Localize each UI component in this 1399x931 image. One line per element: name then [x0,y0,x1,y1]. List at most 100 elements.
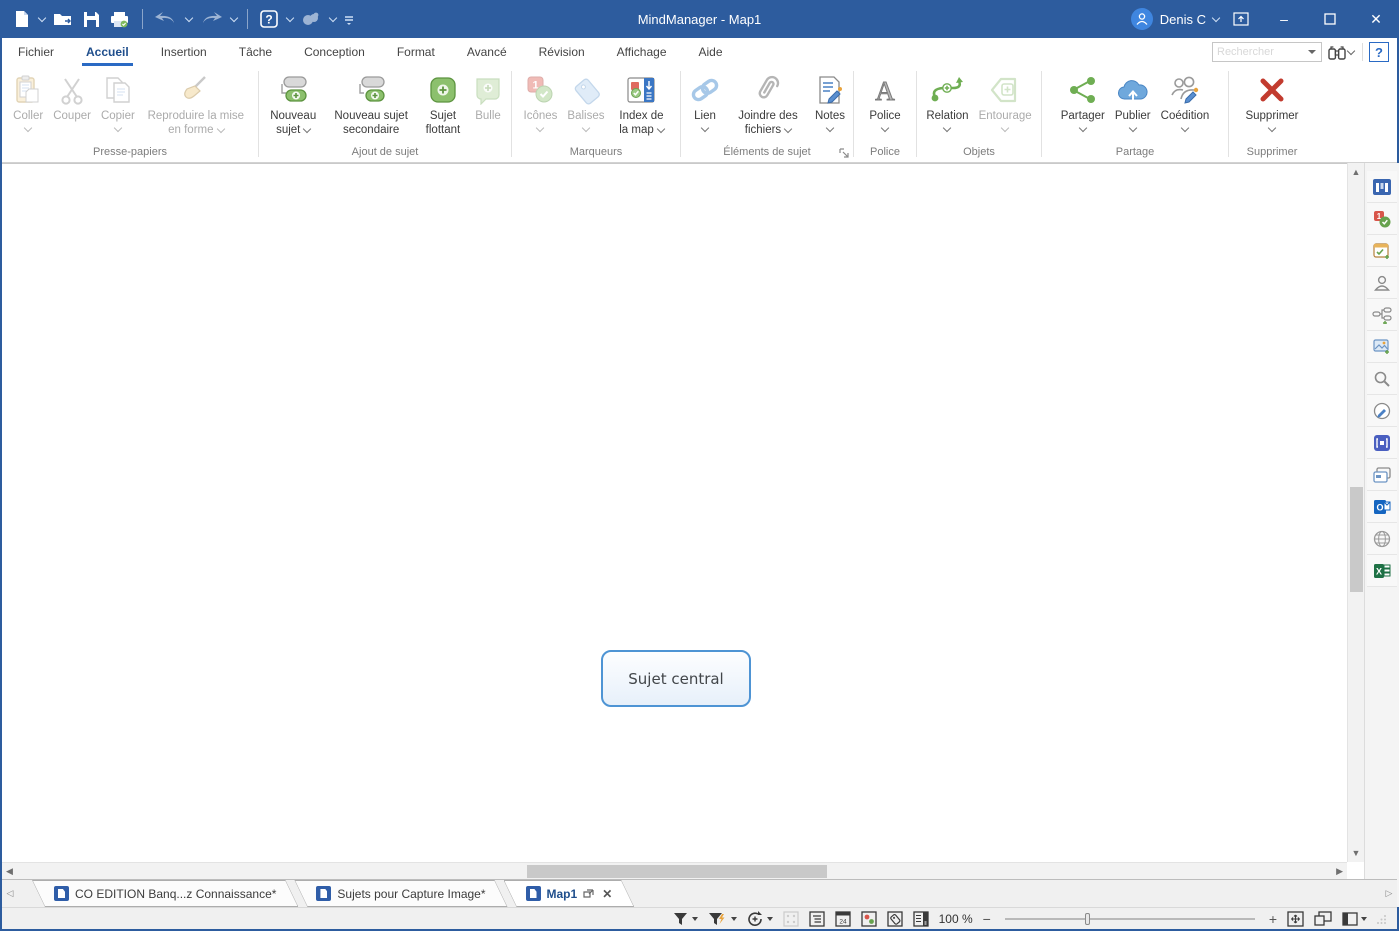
coedition-button[interactable]: Coédition [1157,71,1214,133]
fit-selection-button[interactable] [783,911,799,927]
joindre-des-fichiers-button[interactable]: Joindre des fichiers [727,71,809,140]
redo-button[interactable] [196,4,226,34]
close-button[interactable]: ✕ [1353,0,1399,38]
vertical-scrollbar[interactable]: ▲ ▼ [1347,163,1364,862]
filter-button[interactable] [673,912,698,926]
images-button[interactable] [1367,331,1397,363]
tab-format[interactable]: Format [381,38,451,66]
zoom-in-button[interactable]: + [1269,911,1277,927]
chevron-down-icon[interactable] [185,13,193,21]
windows-button[interactable] [1367,459,1397,491]
nouveau-sujet-button[interactable]: Nouveau sujet [263,71,323,140]
tab-conception[interactable]: Conception [288,38,381,66]
undo-button[interactable] [151,4,181,34]
sketch-button[interactable] [1367,395,1397,427]
chevron-down-icon[interactable] [1347,47,1355,55]
index-de-la-map-button[interactable]: Index de la map [610,71,672,140]
scroll-right-icon[interactable]: ▶ [1336,863,1343,879]
tab-affichage[interactable]: Affichage [601,38,683,66]
zoom-out-button[interactable]: − [983,911,991,927]
fit-map-button[interactable] [1287,911,1304,927]
doc-tab-map1[interactable]: Map1 ✕ [504,880,635,907]
scroll-up-icon[interactable]: ▲ [1348,167,1364,177]
supprimer-button[interactable]: Supprimer [1241,71,1302,133]
user-avatar[interactable] [1131,8,1153,30]
tab-insertion[interactable]: Insertion [145,38,223,66]
chevron-down-icon[interactable] [286,13,294,21]
resources-button[interactable] [1367,267,1397,299]
user-name[interactable]: Denis C [1160,12,1206,27]
task-info-button[interactable] [1367,235,1397,267]
lien-button[interactable]: Lien [685,71,725,133]
minimize-button[interactable]: – [1261,0,1307,38]
balises-button[interactable]: Balises [563,71,608,133]
partager-button[interactable]: Partager [1057,71,1109,133]
icon-markers-button[interactable]: 1 [1367,203,1397,235]
bulle-button[interactable]: Bulle [469,71,507,125]
icones-button[interactable]: 1 Icônes [520,71,562,133]
coller-button[interactable]: Coller [9,71,47,133]
outline-view-button[interactable] [809,911,825,927]
panels-button[interactable] [1342,912,1367,926]
open-button[interactable] [49,4,77,34]
tab-scroll-left-icon[interactable]: ◁ [2,880,18,907]
tab-revision[interactable]: Révision [523,38,601,66]
recenter-button[interactable] [747,911,773,927]
map-parts-button[interactable] [1367,299,1397,331]
index-view-button[interactable] [913,911,929,927]
entourage-button[interactable]: Entourage [975,71,1036,133]
tab-tache[interactable]: Tâche [223,38,288,66]
find-button[interactable] [1328,45,1356,60]
new-window-button[interactable] [1314,911,1332,926]
power-filter-button[interactable] [708,912,737,926]
snap-button[interactable] [297,4,325,34]
print-button[interactable] [106,4,134,34]
tab-aide[interactable]: Aide [683,38,739,66]
reproduire-mise-en-forme-button[interactable]: Reproduire la mise en forme [141,71,251,140]
horizontal-scroll-thumb[interactable] [527,865,827,878]
zoom-slider-handle[interactable] [1085,913,1090,925]
icons-view-button[interactable] [861,911,877,927]
search-dropdown-icon[interactable] [1308,50,1316,54]
relation-button[interactable]: Relation [922,71,972,133]
vertical-scroll-thumb[interactable] [1350,487,1363,592]
ribbon-display-options-button[interactable] [1221,0,1261,38]
search-button[interactable] [1367,363,1397,395]
horizontal-scrollbar[interactable]: ◀ ▶ [2,862,1347,879]
scroll-down-icon[interactable]: ▼ [1348,848,1364,858]
zoom-slider[interactable] [1005,918,1255,920]
dialog-launcher-icon[interactable] [839,148,849,158]
help-button[interactable]: ? [1369,42,1389,62]
doc-tab-2[interactable]: Sujets pour Capture Image* [294,880,507,907]
chevron-down-icon[interactable] [329,13,337,21]
scroll-left-icon[interactable]: ◀ [6,863,13,879]
map-canvas[interactable]: Sujet central [2,163,1347,862]
outlook-button[interactable]: O [1367,491,1397,523]
central-topic[interactable]: Sujet central [601,650,751,707]
maximize-button[interactable] [1307,0,1353,38]
chevron-down-icon[interactable] [230,13,238,21]
save-button[interactable] [79,4,104,34]
sujet-flottant-button[interactable]: Sujet flottant [419,71,467,140]
close-tab-icon[interactable]: ✕ [602,887,612,901]
excel-button[interactable]: X [1367,555,1397,587]
chevron-down-icon[interactable] [38,13,46,21]
tags-view-button[interactable] [887,911,903,927]
tab-fichier[interactable]: Fichier [2,38,70,66]
notes-button[interactable]: Notes [811,71,849,133]
doc-tab-1[interactable]: CO EDITION Banq...z Connaissance* [32,880,298,907]
customize-toolbar-button[interactable] [340,4,358,34]
publier-button[interactable]: Publier [1111,71,1155,133]
tab-avance[interactable]: Avancé [451,38,523,66]
police-button[interactable]: A Police [865,71,904,133]
capture-button[interactable] [1367,427,1397,459]
schedule-view-button[interactable]: 24 [835,911,851,927]
couper-button[interactable]: Couper [49,71,95,125]
nouveau-sujet-secondaire-button[interactable]: Nouveau sujet secondaire [325,71,416,140]
tab-accueil[interactable]: Accueil [70,38,145,66]
chevron-down-icon[interactable] [1212,13,1220,21]
map-view-button[interactable] [1367,171,1397,203]
web-button[interactable] [1367,523,1397,555]
help-button[interactable]: ? [256,4,282,34]
new-document-button[interactable] [10,4,34,34]
